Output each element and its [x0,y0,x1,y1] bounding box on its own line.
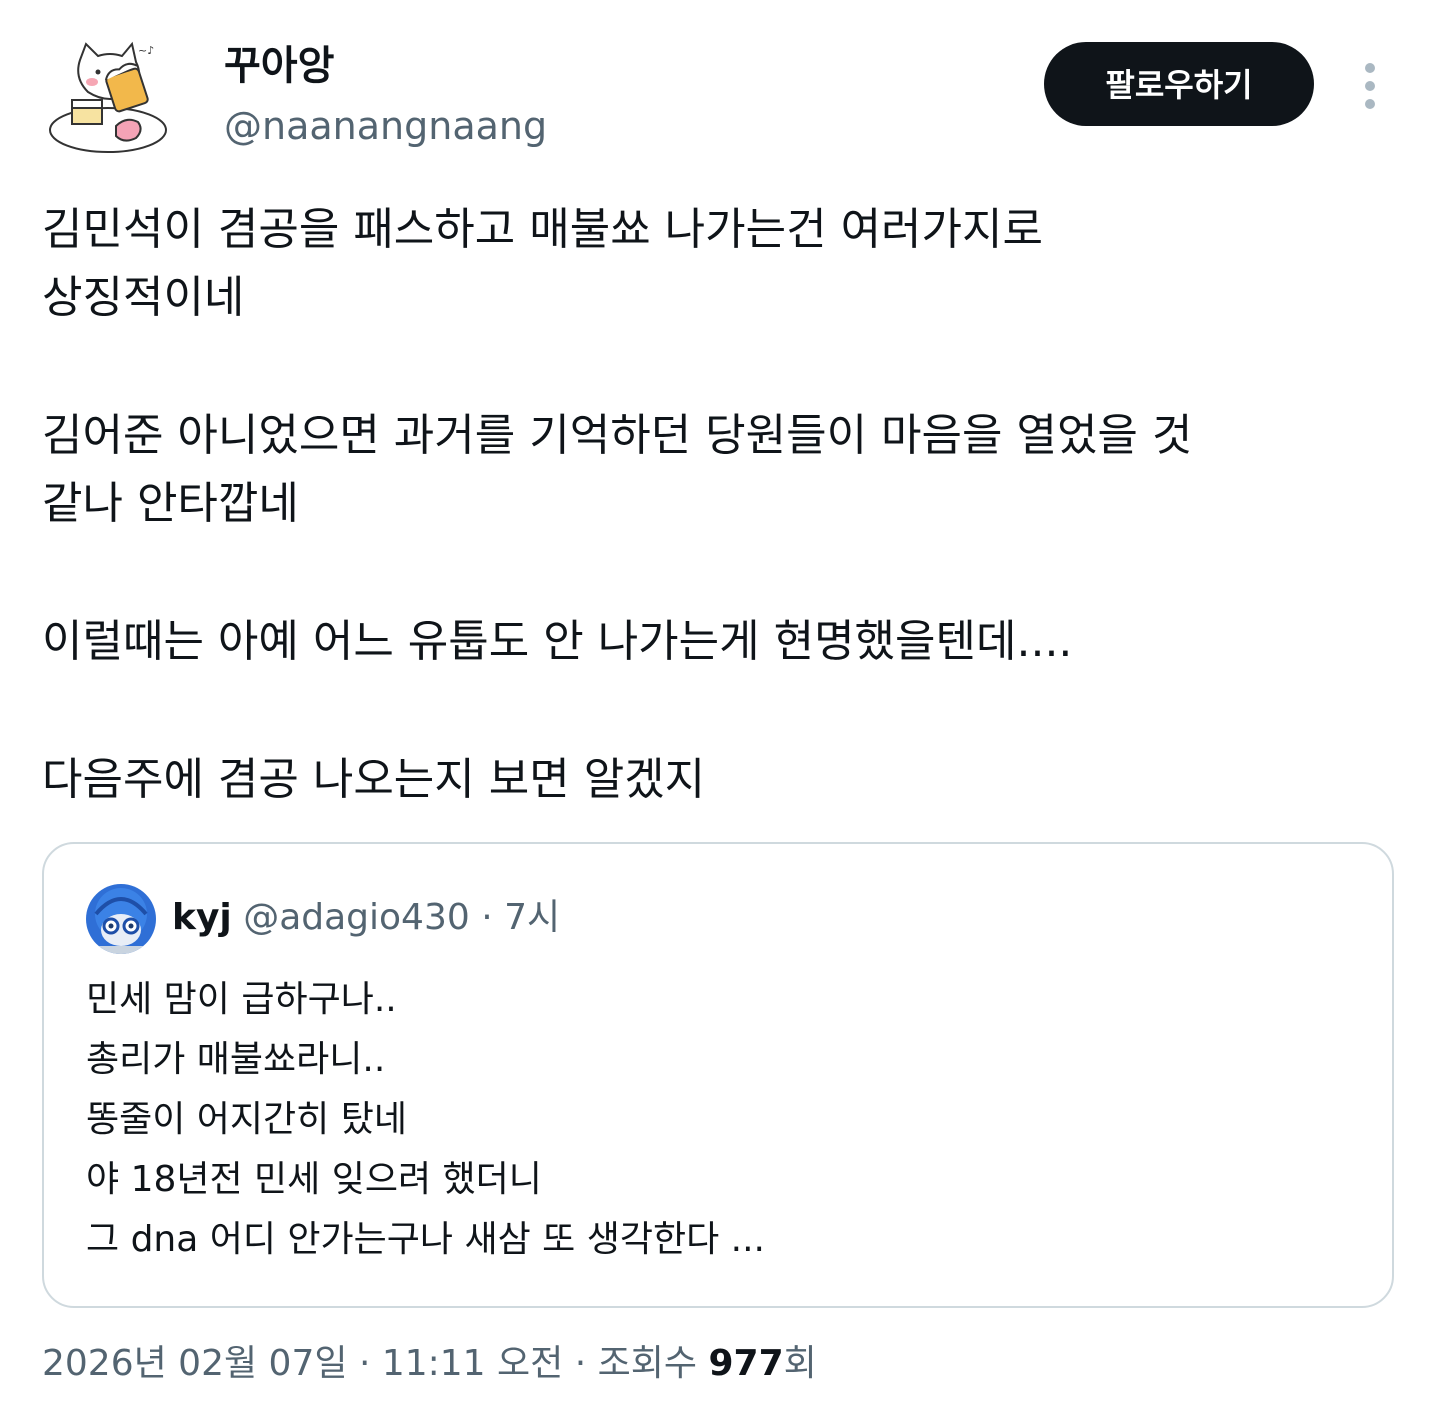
quoted-author-avatar[interactable] [86,884,156,954]
quoted-tweet-text: 민세 맘이 급하구나.. 총리가 매불쑈라니.. 똥줄이 어지간히 탔네 야 1… [86,970,765,1270]
tweet-line: 김민석이 겸공을 패스하고 매불쑈 나가는건 여러가지로 [42,204,1043,255]
quoted-line: 야 18년전 민세 잊으려 했더니 [86,1159,542,1200]
quoted-tweet-header: kyj @adagio430 · 7시 [172,890,560,946]
tweet-line: 다음주에 겸공 나오는지 보면 알겠지 [42,754,706,805]
tweet-line: 이럴때는 아예 어느 유툽도 안 나가는게 현명했을텐데.... [42,616,1073,667]
tweet-line: 상징적이네 [42,272,245,323]
more-options-button[interactable] [1344,56,1396,116]
views-count: 977 [708,1343,784,1384]
tweet-line: 같나 안타깝네 [42,478,299,529]
views-suffix: 회 [783,1343,817,1384]
tweet-paragraph: 다음주에 겸공 나오는지 보면 알겠지 [42,746,1402,814]
quoted-timestamp[interactable]: 7시 [504,897,560,938]
author-handle[interactable]: @naanangnaang [224,98,547,154]
views-label: 조회수 [597,1343,698,1384]
quoted-line: 그 dna 어디 안가는구나 새삼 또 생각한다 ... [86,1219,765,1260]
svg-text:~♪: ~♪ [138,44,154,57]
quoted-line: 민세 맘이 급하구나.. [86,979,397,1020]
tweet-paragraph: 이럴때는 아예 어느 유툽도 안 나가는게 현명했을텐데.... [42,608,1402,676]
author-avatar[interactable]: ~♪ [40,30,180,170]
tweet-paragraph: 김어준 아니었으면 과거를 기억하던 당원들이 마음을 열었을 것 같나 안타깝… [42,402,1402,538]
quoted-line: 똥줄이 어지간히 탔네 [86,1099,407,1140]
more-vertical-icon [1365,63,1375,109]
tweet-paragraph: 김민석이 겸공을 패스하고 매불쑈 나가는건 여러가지로 상징적이네 [42,196,1402,332]
tweet-time[interactable]: 11:11 오전 [382,1343,563,1384]
meta-separator: · [574,1343,587,1384]
blue-character-avatar-icon [86,884,156,954]
tweet-line: 김어준 아니었으면 과거를 기억하던 당원들이 마음을 열었을 것 [42,410,1193,461]
tweet-date[interactable]: 2026년 02월 07일 [42,1343,347,1384]
quoted-separator: · [481,897,493,938]
quoted-tweet-card[interactable]: kyj @adagio430 · 7시 민세 맘이 급하구나.. 총리가 매불쑈… [42,842,1394,1308]
quoted-author-name[interactable]: kyj [172,897,232,938]
cat-beer-avatar-icon: ~♪ [40,30,180,170]
tweet-meta: 2026년 02월 07일 · 11:11 오전 · 조회수 977회 [42,1336,817,1392]
author-display-name[interactable]: 꾸아앙 [224,38,334,94]
tweet-text: 김민석이 겸공을 패스하고 매불쑈 나가는건 여러가지로 상징적이네 김어준 아… [42,196,1402,814]
quoted-line: 총리가 매불쑈라니.. [86,1039,386,1080]
follow-button[interactable]: 팔로우하기 [1044,42,1314,126]
quoted-author-handle[interactable]: @adagio430 [243,897,470,938]
meta-separator: · [358,1343,371,1384]
